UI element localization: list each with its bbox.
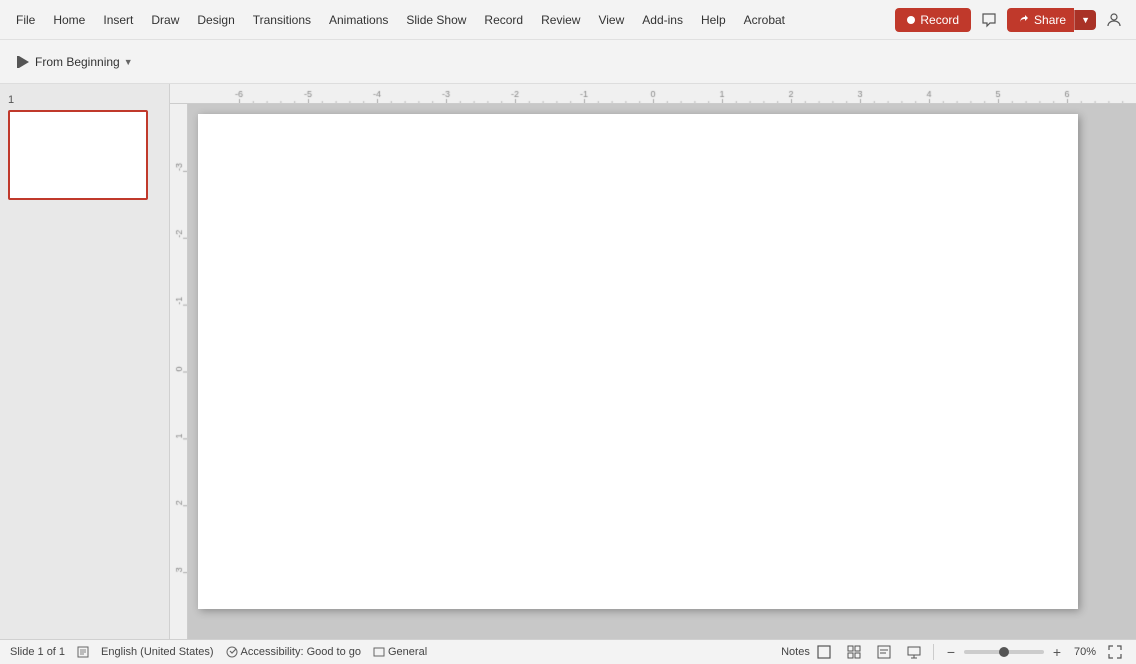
view-general: General (373, 646, 427, 658)
zoom-slider[interactable] (964, 650, 1044, 654)
ribbon-container: File Home Insert Draw Design Transitions… (0, 0, 1136, 84)
status-left: Slide 1 of 1 English (United States) Acc… (10, 646, 427, 658)
menu-bar: File Home Insert Draw Design Transitions… (0, 0, 1136, 40)
menu-help[interactable]: Help (693, 9, 734, 31)
normal-view-button[interactable] (813, 642, 835, 662)
accessibility-status: Accessibility: Good to go (226, 646, 361, 658)
comment-icon (981, 12, 997, 28)
notes-page-icon (77, 646, 89, 658)
slide-canvas-area[interactable] (188, 104, 1136, 639)
from-beginning-label: From Beginning (35, 55, 120, 69)
status-bar: Slide 1 of 1 English (United States) Acc… (0, 639, 1136, 664)
slide-panel: 1 (0, 84, 170, 639)
from-beginning-button[interactable]: From Beginning ▼ (8, 50, 142, 74)
slide-sorter-button[interactable] (843, 642, 865, 662)
menu-home[interactable]: Home (45, 9, 93, 31)
share-button-label: Share (1034, 13, 1066, 27)
menu-insert[interactable]: Insert (95, 9, 141, 31)
ruler-left (170, 104, 188, 639)
record-button[interactable]: Record (895, 8, 971, 32)
slide-canvas[interactable] (198, 114, 1078, 609)
workspace (170, 104, 1136, 639)
content-area (170, 84, 1136, 639)
share-dropdown: Share ▼ (1007, 8, 1096, 32)
user-button[interactable] (1100, 6, 1128, 34)
ruler-top (170, 84, 1136, 104)
menu-transitions[interactable]: Transitions (245, 9, 319, 31)
right-toolbar: Record Share ▼ (895, 6, 1128, 34)
menu-record[interactable]: Record (476, 9, 531, 31)
general-icon (373, 646, 385, 658)
user-icon (1106, 12, 1122, 28)
share-button[interactable]: Share (1007, 8, 1074, 32)
comments-button[interactable] (975, 6, 1003, 34)
menu-slideshow[interactable]: Slide Show (398, 9, 474, 31)
share-dropdown-arrow[interactable]: ▼ (1074, 10, 1096, 30)
vertical-ruler-canvas (170, 104, 188, 639)
record-dot-icon (907, 16, 915, 24)
presenter-view-button[interactable] (903, 642, 925, 662)
presenter-view-icon (907, 645, 921, 659)
menu-draw[interactable]: Draw (143, 9, 187, 31)
zoom-percent: 70% (1074, 646, 1096, 658)
horizontal-ruler-canvas (170, 84, 1136, 104)
notes-button[interactable]: Notes (783, 642, 805, 662)
menu-review[interactable]: Review (533, 9, 588, 31)
slide-number: 1 (8, 94, 161, 106)
play-icon (17, 55, 31, 69)
slide-thumbnail[interactable] (8, 110, 148, 200)
zoom-out-button[interactable]: − (942, 642, 960, 662)
menu-addins[interactable]: Add-ins (634, 9, 691, 31)
zoom-control: − + (942, 642, 1066, 662)
menu-file[interactable]: File (8, 9, 43, 31)
slide-sorter-icon (847, 645, 861, 659)
accessibility-icon (226, 646, 238, 658)
zoom-in-button[interactable]: + (1048, 642, 1066, 662)
reading-view-button[interactable] (873, 642, 895, 662)
share-icon (1017, 14, 1029, 26)
record-button-label: Record (920, 13, 959, 27)
fit-window-icon (1108, 645, 1122, 659)
normal-view-icon (817, 645, 831, 659)
zoom-slider-thumb[interactable] (999, 647, 1009, 657)
menu-acrobat[interactable]: Acrobat (736, 9, 793, 31)
notes-toggle-icon (77, 646, 89, 658)
slide-info: Slide 1 of 1 (10, 646, 65, 658)
fit-to-window-button[interactable] (1104, 642, 1126, 662)
reading-view-icon (877, 645, 891, 659)
menu-view[interactable]: View (590, 9, 632, 31)
menu-design[interactable]: Design (189, 9, 242, 31)
toolbar: From Beginning ▼ (0, 40, 1136, 84)
menu-animations[interactable]: Animations (321, 9, 396, 31)
separator (933, 644, 934, 660)
notes-label: Notes (781, 646, 810, 658)
main-area: 1 (0, 84, 1136, 639)
status-right: Notes (783, 642, 1126, 662)
chevron-down-icon: ▼ (124, 57, 133, 67)
language: English (United States) (101, 646, 214, 658)
